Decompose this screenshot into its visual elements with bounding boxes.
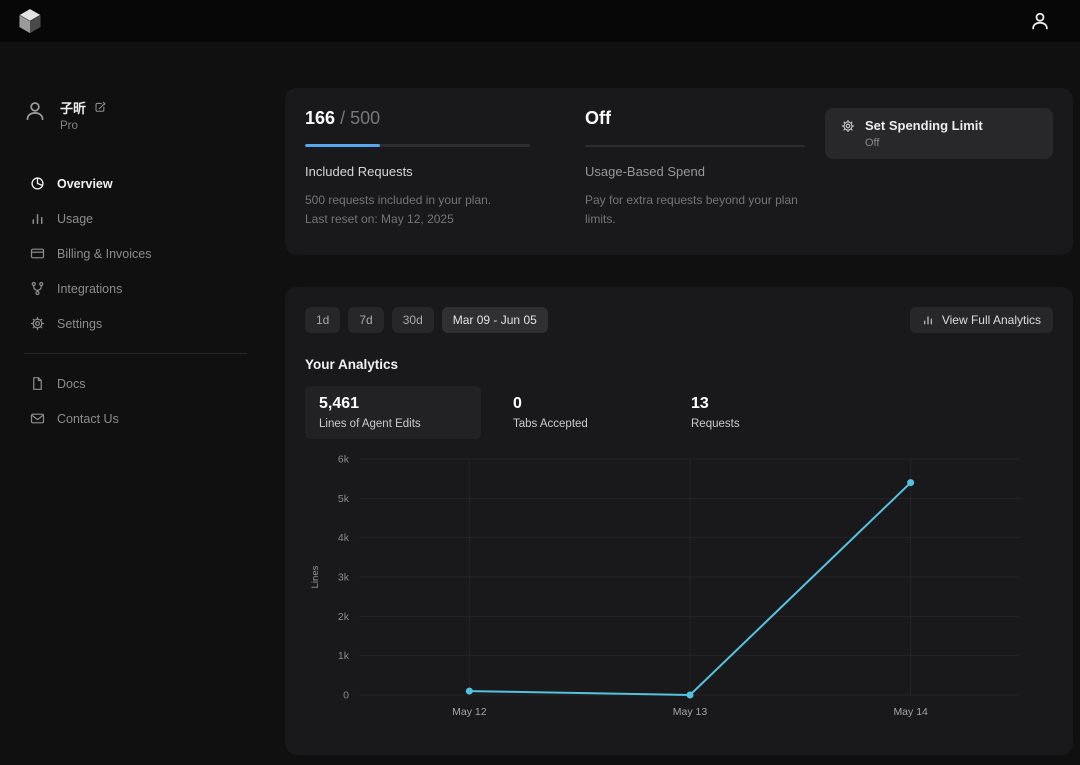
- sidebar-item-label: Integrations: [57, 282, 122, 296]
- pie-chart-icon: [30, 176, 45, 191]
- gear-icon: [30, 316, 45, 331]
- user-profile: 子昕 Pro: [24, 98, 285, 132]
- set-spending-limit-label: Set Spending Limit: [865, 118, 983, 133]
- analytics-line-chart: 0 1k 2k 3k 4k 5k 6k May 12 May 13 May 14 Lines: [305, 451, 1035, 723]
- stat-tabs-accepted[interactable]: 0 Tabs Accepted: [499, 386, 659, 439]
- analytics-filters: 1d 7d 30d Mar 09 - Jun 05 View Full Anal…: [305, 307, 1053, 333]
- account-person-icon[interactable]: [1030, 11, 1050, 31]
- sidebar-item-overview[interactable]: Overview: [24, 166, 285, 201]
- topbar: [0, 0, 1080, 42]
- included-requests-title: Included Requests: [305, 164, 557, 179]
- included-requests-count: 166 / 500: [305, 108, 557, 129]
- sidebar-item-settings[interactable]: Settings: [24, 306, 285, 341]
- main-content: 166 / 500 Included Requests 500 requests…: [285, 42, 1080, 765]
- included-requests-description: 500 requests included in your plan. Last…: [305, 191, 537, 229]
- svg-text:6k: 6k: [338, 454, 350, 466]
- user-name: 子昕: [60, 98, 86, 117]
- included-requests-progress: [305, 144, 530, 147]
- spending-limit-status: Off: [865, 137, 983, 149]
- analytics-title: Your Analytics: [305, 357, 1053, 372]
- svg-text:May 14: May 14: [893, 706, 928, 718]
- sidebar-item-docs[interactable]: Docs: [24, 366, 285, 401]
- stat-label: Lines of Agent Edits: [319, 418, 467, 430]
- view-full-analytics-label: View Full Analytics: [942, 313, 1041, 327]
- usage-summary-card: 166 / 500 Included Requests 500 requests…: [285, 88, 1073, 255]
- usage-based-title: Usage-Based Spend: [585, 164, 825, 179]
- cursor-logo[interactable]: [16, 7, 44, 35]
- range-button-1d[interactable]: 1d: [305, 307, 340, 333]
- included-requests-progress-fill: [305, 144, 380, 147]
- sidebar-item-contact[interactable]: Contact Us: [24, 401, 285, 436]
- sidebar-item-label: Overview: [57, 177, 113, 191]
- usage-based-section: Off Usage-Based Spend Pay for extra requ…: [585, 108, 825, 235]
- sidebar-divider: [24, 353, 247, 354]
- gear-icon: [841, 119, 855, 149]
- sidebar-item-label: Settings: [57, 317, 102, 331]
- stat-value: 0: [513, 395, 645, 413]
- sidebar-item-usage[interactable]: Usage: [24, 201, 285, 236]
- document-icon: [30, 376, 45, 391]
- svg-text:4k: 4k: [338, 532, 350, 544]
- user-plan: Pro: [60, 120, 107, 132]
- svg-text:May 12: May 12: [452, 706, 487, 718]
- usage-based-value: Off: [585, 108, 825, 129]
- edit-profile-icon[interactable]: [94, 101, 107, 114]
- sidebar-item-label: Docs: [57, 377, 85, 391]
- svg-text:3k: 3k: [338, 572, 350, 584]
- sidebar-item-label: Billing & Invoices: [57, 247, 152, 261]
- stat-lines-of-agent-edits[interactable]: 5,461 Lines of Agent Edits: [305, 386, 481, 439]
- sidebar-item-label: Contact Us: [57, 412, 119, 426]
- stat-requests[interactable]: 13 Requests: [677, 386, 837, 439]
- usage-based-description: Pay for extra requests beyond your plan …: [585, 191, 817, 229]
- svg-text:2k: 2k: [338, 611, 350, 623]
- branch-icon: [30, 281, 45, 296]
- stat-value: 5,461: [319, 395, 467, 413]
- user-avatar-icon: [24, 100, 46, 127]
- stat-label: Tabs Accepted: [513, 418, 645, 430]
- svg-text:Lines: Lines: [310, 565, 321, 588]
- sidebar-item-integrations[interactable]: Integrations: [24, 271, 285, 306]
- sidebar: 子昕 Pro Overview: [0, 42, 285, 765]
- mail-icon: [30, 411, 45, 426]
- svg-text:0: 0: [343, 690, 349, 702]
- svg-text:May 13: May 13: [673, 706, 708, 718]
- analytics-card: 1d 7d 30d Mar 09 - Jun 05 View Full Anal…: [285, 287, 1073, 755]
- bar-chart-icon: [30, 211, 45, 226]
- view-full-analytics-button[interactable]: View Full Analytics: [910, 307, 1053, 333]
- date-range-picker[interactable]: Mar 09 - Jun 05: [442, 307, 548, 333]
- svg-text:5k: 5k: [338, 493, 350, 505]
- usage-based-bar: [585, 145, 805, 147]
- range-button-30d[interactable]: 30d: [392, 307, 434, 333]
- stat-value: 13: [691, 395, 823, 413]
- stat-label: Requests: [691, 418, 823, 430]
- sidebar-item-label: Usage: [57, 212, 93, 226]
- credit-card-icon: [30, 246, 45, 261]
- mini-bar-chart-icon: [922, 314, 934, 326]
- included-requests-section: 166 / 500 Included Requests 500 requests…: [305, 108, 557, 235]
- sidebar-item-billing[interactable]: Billing & Invoices: [24, 236, 285, 271]
- set-spending-limit-button[interactable]: Set Spending Limit Off: [825, 108, 1053, 159]
- sidebar-secondary-nav: Docs Contact Us: [24, 366, 285, 436]
- chart-container: 0 1k 2k 3k 4k 5k 6k May 12 May 13 May 14 Lines: [305, 451, 1053, 728]
- range-button-7d[interactable]: 7d: [348, 307, 383, 333]
- analytics-stats: 5,461 Lines of Agent Edits 0 Tabs Accept…: [305, 386, 1053, 439]
- svg-text:1k: 1k: [338, 650, 350, 662]
- sidebar-nav: Overview Usage Billing & Invoices: [24, 166, 285, 341]
